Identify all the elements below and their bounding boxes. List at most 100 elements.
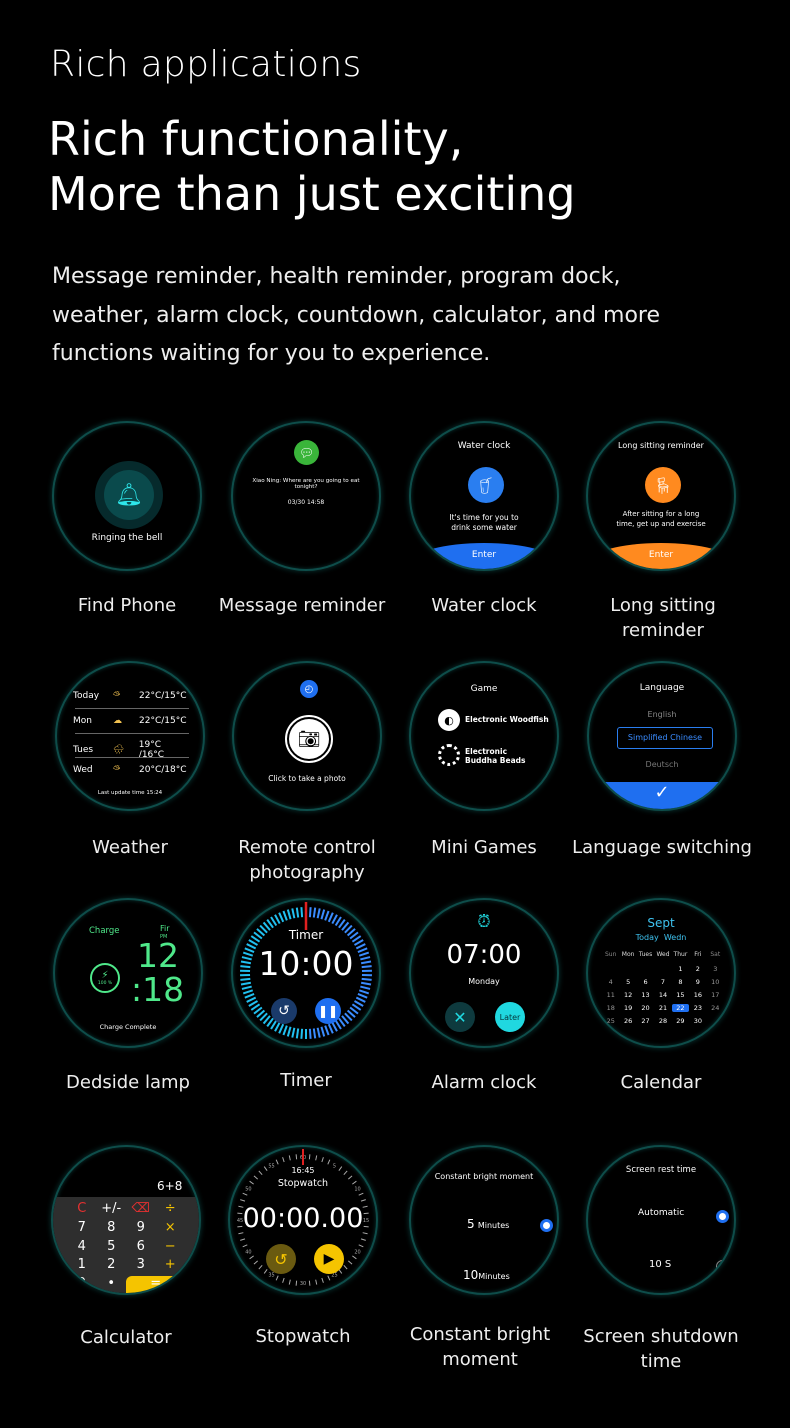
reset-icon[interactable]: ↺ — [266, 1244, 296, 1274]
dial-tick — [242, 1244, 248, 1248]
timer-tick — [308, 1028, 312, 1039]
game-item[interactable]: Electronic Woodfish — [465, 715, 549, 724]
weekday-header: Tues — [638, 951, 653, 958]
calc-key[interactable]: 8 — [97, 1220, 127, 1237]
calc-key[interactable]: ÷ — [156, 1201, 186, 1218]
calendar-day[interactable]: 26 — [619, 1017, 636, 1025]
calc-key[interactable]: × — [156, 1220, 186, 1237]
calendar-day[interactable]: 3 — [707, 965, 724, 973]
dial-tick — [360, 1199, 366, 1202]
dial-tick — [347, 1260, 353, 1265]
radio-selected[interactable] — [716, 1210, 729, 1223]
language-option[interactable]: English — [589, 710, 735, 719]
calendar-day[interactable]: 1 — [672, 965, 689, 973]
calendar-day[interactable]: 9 — [689, 978, 706, 986]
snooze-button[interactable]: Later — [495, 1002, 525, 1032]
confirm-check-button[interactable]: ✓ — [589, 782, 735, 809]
dial-tick — [240, 1238, 246, 1241]
calendar-day[interactable]: 24 — [707, 1004, 724, 1012]
calendar-day[interactable]: 22 — [671, 1004, 690, 1012]
calendar-day[interactable]: 14 — [654, 991, 671, 999]
dial-tick — [352, 1255, 357, 1260]
calendar-day[interactable]: 19 — [619, 1004, 636, 1012]
calendar-day[interactable]: 4 — [602, 978, 619, 986]
calc-key[interactable]: ⌫ — [126, 1201, 156, 1218]
reminder-text: It's time for you to — [449, 513, 519, 522]
timer-tick — [334, 916, 342, 927]
calc-key[interactable]: 7 — [67, 1220, 97, 1237]
calc-key[interactable]: • — [97, 1276, 127, 1293]
play-icon[interactable]: ▶ — [314, 1244, 344, 1274]
calc-key[interactable]: 1 — [67, 1257, 97, 1274]
timer-tick — [291, 1027, 296, 1038]
reminder-text: time, get up and exercise — [616, 520, 706, 528]
game-item[interactable]: Electronic Buddha Beads — [465, 747, 535, 765]
watch-title: Screen rest time — [625, 1165, 697, 1175]
dial-tick — [275, 1275, 279, 1281]
timer-icon[interactable]: ◴ — [300, 680, 318, 698]
calendar-day[interactable]: 29 — [672, 1017, 689, 1025]
calc-key[interactable]: 4 — [67, 1239, 97, 1256]
calendar-day[interactable]: 17 — [707, 991, 724, 999]
calendar-day[interactable]: 28 — [654, 1017, 671, 1025]
calendar-day[interactable]: 6 — [637, 978, 654, 986]
enter-button[interactable]: Enter — [411, 543, 557, 569]
calendar-day[interactable]: 18 — [602, 1004, 619, 1012]
calendar-day[interactable]: 12 — [619, 991, 636, 999]
watch-calculator: 6+8 C +/- ⌫ ÷ 7 8 9 × 4 5 6−1 2 3 +0 • = — [51, 1145, 201, 1295]
language-option[interactable]: Deutsch — [589, 760, 735, 769]
pause-icon[interactable]: ❚❚ — [315, 998, 341, 1024]
radio-selected[interactable] — [540, 1219, 553, 1232]
label-alarm: Alarm clock — [431, 1072, 537, 1093]
dial-tick — [308, 1154, 311, 1160]
language-option-selected[interactable]: Simplified Chinese — [617, 727, 713, 749]
weekday-header: Fri — [694, 951, 702, 958]
calc-key[interactable]: 9 — [126, 1220, 156, 1237]
option-10-minutes[interactable]: 10Minutes — [463, 1268, 510, 1282]
calendar-day[interactable]: 25 — [602, 1017, 619, 1025]
dial-tick — [253, 1260, 259, 1265]
calc-key[interactable]: C — [67, 1201, 97, 1218]
calc-key[interactable]: +/- — [97, 1201, 127, 1218]
dial-tick — [288, 1279, 291, 1285]
calc-key[interactable]: 2 — [97, 1257, 127, 1274]
option-automatic[interactable]: Automatic — [638, 1208, 684, 1218]
calendar-day[interactable]: 30 — [689, 1017, 706, 1025]
bell-icon: 🔔︎ — [104, 470, 154, 520]
calc-key[interactable]: 6 — [126, 1239, 156, 1256]
calendar-day[interactable]: 7 — [654, 978, 671, 986]
calc-key[interactable]: 0 — [67, 1276, 97, 1293]
dial-tick — [308, 1280, 311, 1286]
calendar-day[interactable]: 21 — [654, 1004, 671, 1012]
calendar-day[interactable]: 23 — [689, 1004, 706, 1012]
calc-key[interactable]: 5 — [97, 1239, 127, 1256]
enter-button[interactable]: Enter — [588, 543, 734, 569]
option-5-minutes[interactable]: 5 Minutes — [467, 1217, 509, 1231]
calendar-day[interactable]: 16 — [689, 991, 706, 999]
calendar-day[interactable]: 27 — [637, 1017, 654, 1025]
radio-unselected[interactable] — [540, 1269, 553, 1282]
cloud-icon: ☁︎ — [113, 715, 122, 726]
calc-key[interactable]: + — [156, 1257, 186, 1274]
watch-bright-moment: Constant bright moment 5 Minutes 10Minut… — [409, 1145, 559, 1295]
shutter-button[interactable]: 📷︎ — [285, 715, 333, 763]
calendar-day[interactable]: 11 — [602, 991, 619, 999]
calendar-day[interactable]: 10 — [707, 978, 724, 986]
option-10s[interactable]: 10 S — [649, 1259, 671, 1270]
label-calendar: Calendar — [620, 1072, 702, 1093]
calendar-day[interactable]: 20 — [637, 1004, 654, 1012]
camera-icon: 📷︎ — [289, 719, 329, 759]
calendar-day[interactable]: 8 — [672, 978, 689, 986]
calendar-day — [637, 965, 654, 973]
timer-tick — [320, 909, 326, 920]
calendar-day[interactable]: 13 — [637, 991, 654, 999]
label-calculator: Calculator — [80, 1327, 172, 1348]
radio-unselected[interactable] — [716, 1260, 729, 1273]
calendar-day[interactable]: 15 — [672, 991, 689, 999]
reset-icon[interactable]: ↺ — [271, 998, 297, 1024]
calendar-day[interactable]: 2 — [689, 965, 706, 973]
dismiss-button[interactable]: ✕ — [445, 1002, 475, 1032]
calendar-day[interactable]: 5 — [619, 978, 636, 986]
calc-key[interactable]: − — [156, 1239, 186, 1256]
calc-key[interactable]: 3 — [126, 1257, 156, 1274]
